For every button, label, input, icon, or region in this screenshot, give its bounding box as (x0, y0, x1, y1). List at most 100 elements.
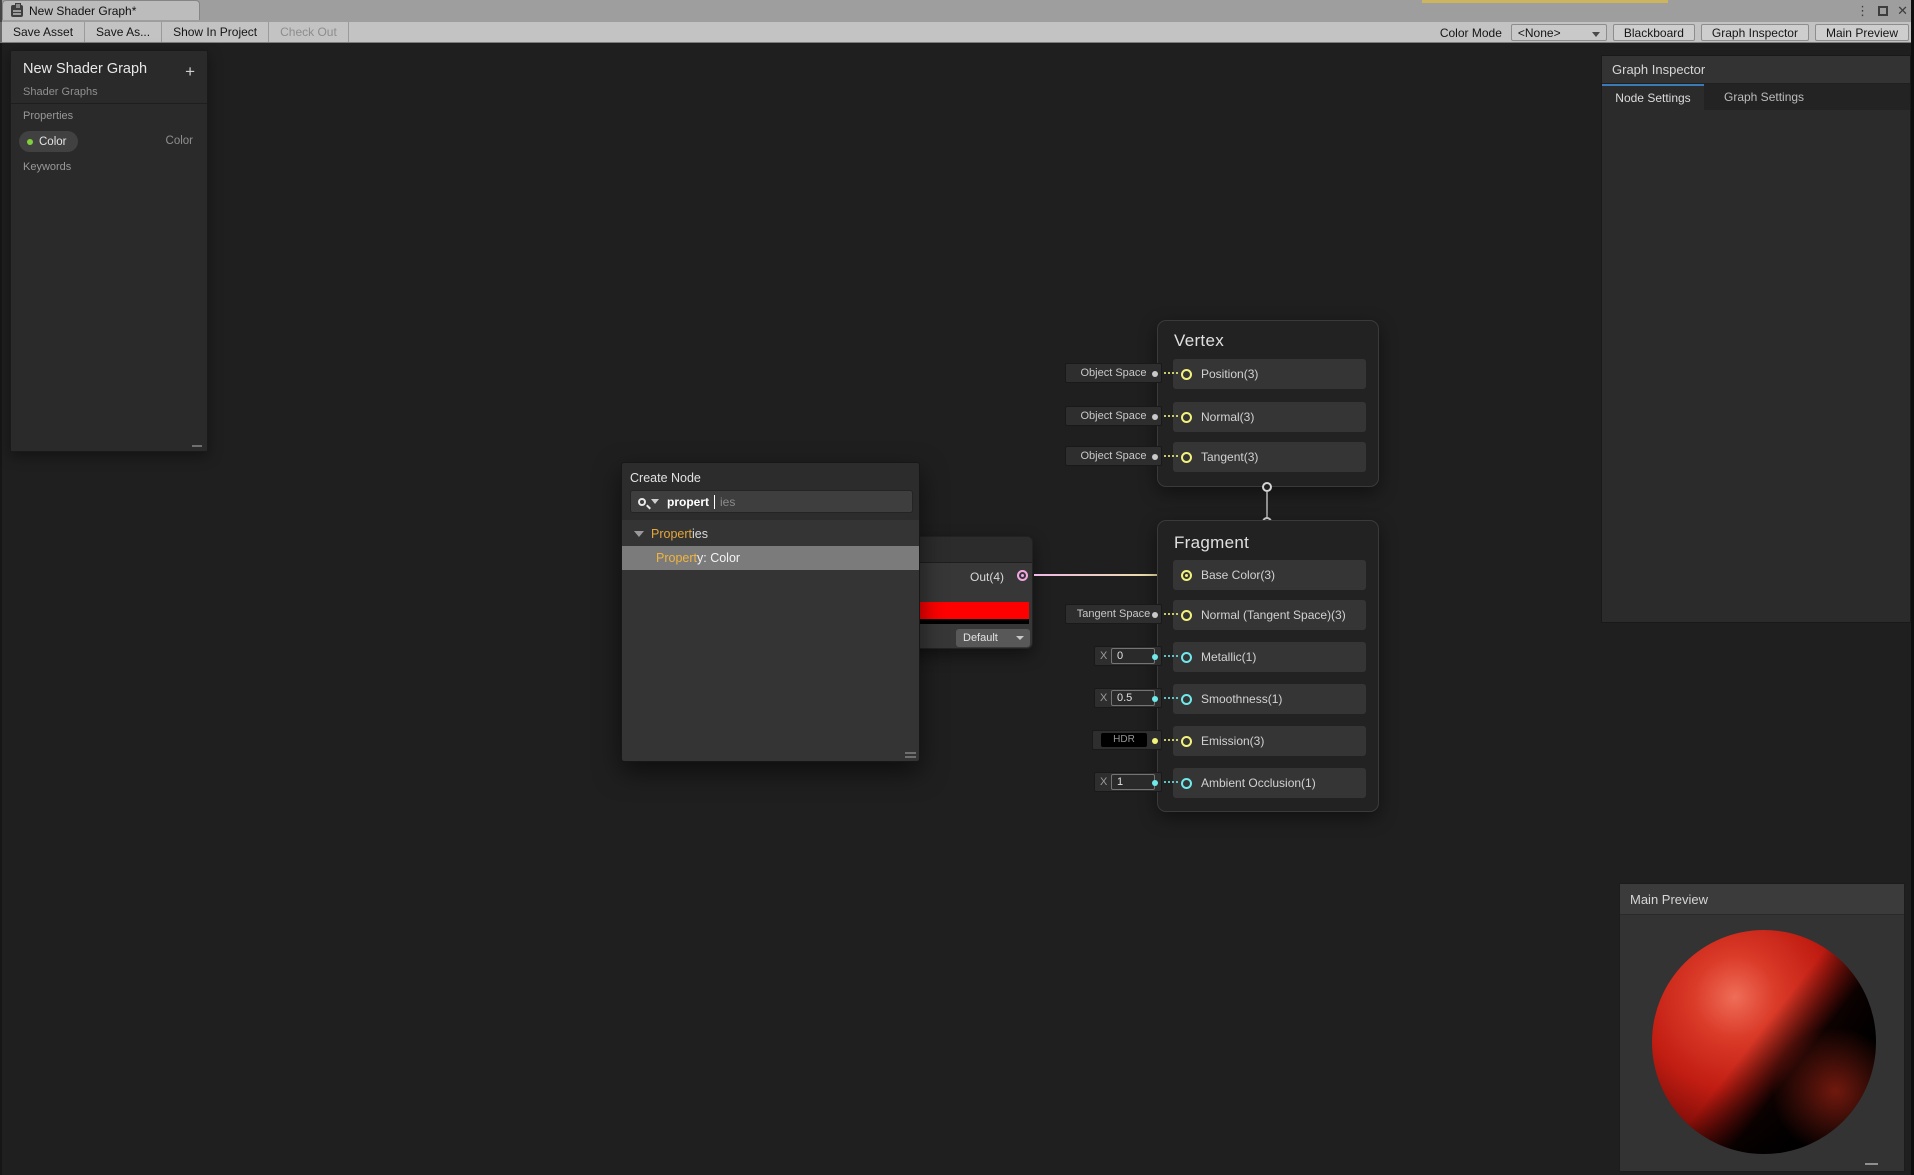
connector-dash (1164, 739, 1178, 741)
save-asset-button[interactable]: Save Asset (2, 22, 86, 42)
color-mode-default-dropdown[interactable]: Default (956, 629, 1030, 647)
vertex-node[interactable]: Vertex Position(3) Normal(3) Tangent(3) (1157, 320, 1379, 487)
vertex-tangent-slot[interactable]: Tangent(3) (1173, 442, 1366, 472)
smoothness-value-widget[interactable]: X 0.5 (1094, 688, 1162, 708)
connector-dash (1164, 697, 1178, 699)
slot-label: Tangent(3) (1201, 450, 1259, 464)
connector-dot (1152, 612, 1158, 618)
preview-sphere[interactable] (1652, 930, 1876, 1154)
search-typed-text: propert (667, 494, 709, 509)
more-icon[interactable]: ⋮ (1856, 0, 1869, 22)
connector-dot (1152, 454, 1158, 460)
space-dropdown[interactable]: Tangent Space (1065, 604, 1162, 624)
search-filter-chevron-icon[interactable] (651, 499, 659, 504)
ao-value-field[interactable]: 1 (1111, 774, 1155, 790)
port-scalar[interactable] (1181, 777, 1192, 789)
popup-resize-grip[interactable] (905, 752, 916, 758)
stack-connector-line (1266, 492, 1268, 518)
connector-dash (1164, 372, 1178, 374)
connector-dash (1164, 781, 1178, 783)
connector-dash (1164, 655, 1178, 657)
create-node-popup: Create Node propert ies Properties Prope… (621, 462, 920, 762)
hdr-color-swatch[interactable]: HDR (1101, 733, 1147, 747)
property-color-pill[interactable]: Color (19, 131, 79, 152)
slot-label: Normal (Tangent Space)(3) (1201, 608, 1346, 622)
slot-label: Position(3) (1201, 367, 1259, 381)
port-vec3[interactable] (1181, 609, 1192, 621)
smoothness-value-field[interactable]: 0.5 (1111, 690, 1155, 706)
fragment-emission-slot[interactable]: Emission(3) (1173, 726, 1366, 756)
metallic-value-widget[interactable]: X 0 (1094, 646, 1162, 666)
slot-label: Metallic(1) (1201, 650, 1257, 664)
main-preview-panel[interactable]: Main Preview (1619, 883, 1905, 1172)
close-icon[interactable]: ✕ (1897, 0, 1908, 22)
out-port-vec4[interactable] (1017, 570, 1028, 581)
connector-dot (1152, 414, 1158, 420)
vertex-normal-slot[interactable]: Normal(3) (1173, 402, 1366, 432)
port-vec3[interactable] (1181, 368, 1192, 380)
divider (11, 103, 207, 104)
graph-inspector-panel[interactable]: Graph Inspector Node Settings Graph Sett… (1601, 55, 1911, 623)
slot-label: Emission(3) (1201, 734, 1265, 748)
group-rest-text: ies (692, 526, 708, 541)
graph-inspector-toggle-button[interactable]: Graph Inspector (1700, 24, 1809, 41)
space-dropdown[interactable]: Object Space (1065, 363, 1162, 383)
shader-graph-asset-icon (11, 2, 23, 17)
fragment-ao-slot[interactable]: Ambient Occlusion(1) (1173, 768, 1366, 798)
ao-value-widget[interactable]: X 1 (1094, 772, 1162, 792)
port-vec3[interactable] (1181, 735, 1192, 747)
port-vec3[interactable] (1181, 411, 1192, 423)
slot-label: Normal(3) (1201, 410, 1255, 424)
tab-node-settings[interactable]: Node Settings (1602, 84, 1704, 110)
blackboard-resize-grip[interactable] (192, 445, 202, 447)
port-vec3-connected[interactable] (1181, 569, 1192, 581)
space-dropdown[interactable]: Object Space (1065, 446, 1162, 466)
maximize-icon[interactable] (1878, 6, 1889, 16)
connector-dot (1152, 738, 1158, 744)
foldout-arrow-icon[interactable] (634, 530, 644, 537)
connector-dot (1152, 371, 1158, 377)
space-dropdown[interactable]: Object Space (1065, 406, 1162, 426)
show-in-project-button[interactable]: Show In Project (162, 22, 270, 42)
stack-connector-top-circle[interactable] (1262, 482, 1272, 492)
fragment-smoothness-slot[interactable]: Smoothness(1) (1173, 684, 1366, 714)
create-node-title: Create Node (630, 471, 701, 485)
preview-resize-grip[interactable] (1865, 1163, 1878, 1165)
add-property-button[interactable]: + (185, 62, 195, 82)
vertex-position-slot[interactable]: Position(3) (1173, 359, 1366, 389)
fragment-node-title: Fragment (1174, 533, 1250, 552)
x-label: X (1100, 692, 1108, 704)
main-preview-title: Main Preview (1620, 884, 1904, 915)
check-out-button: Check Out (269, 22, 349, 42)
fragment-node[interactable]: Fragment Base Color(3) Normal (Tangent S… (1157, 520, 1379, 812)
toolbar: Save Asset Save As... Show In Project Ch… (0, 22, 1914, 43)
search-results-list: Properties Property: Color (622, 520, 919, 761)
main-preview-toggle-button[interactable]: Main Preview (1814, 24, 1909, 41)
tab-graph-settings[interactable]: Graph Settings (1704, 84, 1824, 110)
port-scalar[interactable] (1181, 693, 1192, 705)
fragment-basecolor-slot[interactable]: Base Color(3) (1173, 560, 1366, 590)
port-scalar[interactable] (1181, 651, 1192, 663)
search-icon (638, 497, 646, 506)
fragment-normal-slot[interactable]: Normal (Tangent Space)(3) (1173, 600, 1366, 630)
fragment-metallic-slot[interactable]: Metallic(1) (1173, 642, 1366, 672)
document-tab[interactable]: New Shader Graph* (2, 0, 200, 20)
properties-section-label: Properties (23, 110, 74, 122)
connector-dash (1164, 415, 1178, 417)
color-mode-dropdown[interactable]: <None> (1510, 24, 1607, 41)
metallic-value-field[interactable]: 0 (1111, 648, 1155, 664)
blackboard-title: New Shader Graph (23, 61, 148, 77)
properties-group-row[interactable]: Properties (622, 522, 919, 545)
blackboard-toggle-button[interactable]: Blackboard (1612, 24, 1695, 41)
blackboard-panel[interactable]: New Shader Graph + Shader Graphs Propert… (10, 50, 208, 452)
toolbar-right-group: Color Mode <None> Blackboard Graph Inspe… (1440, 22, 1909, 43)
port-vec3[interactable] (1181, 451, 1192, 463)
emission-hdr-widget[interactable]: HDR (1092, 730, 1162, 750)
property-color-dot-icon (27, 138, 33, 145)
node-search-input[interactable]: propert ies (630, 490, 913, 513)
save-as-button[interactable]: Save As... (85, 22, 163, 42)
group-match-text: Propert (651, 526, 692, 541)
property-color-result-row[interactable]: Property: Color (622, 546, 919, 570)
connector-dash (1164, 455, 1178, 457)
blackboard-subtitle: Shader Graphs (23, 86, 98, 98)
